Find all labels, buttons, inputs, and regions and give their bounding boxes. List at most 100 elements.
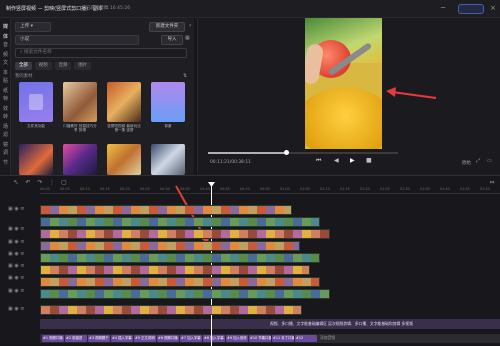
marker-label[interactable]: #12 <box>295 335 317 342</box>
subtitle-track[interactable]: 视频、多口播、文字能基础编辑区 层次视频剪辑、多口播、文字能基础和剪辑 多视频 <box>40 319 500 329</box>
undo-icon[interactable]: ↶ <box>24 179 32 187</box>
marker-label[interactable]: #6 视频口播 <box>157 335 179 342</box>
sort-icon[interactable]: ⇅ <box>183 73 187 79</box>
ratio-label[interactable]: 原始 <box>462 160 471 166</box>
sidebar-item-effects[interactable]: 特效 <box>1 94 10 112</box>
track-control[interactable]: ▣ ◉ ≡ <box>8 288 24 294</box>
search-input[interactable]: ⌕ 搜索文件名称 <box>15 48 187 58</box>
progress-handle[interactable] <box>284 150 289 155</box>
clip-frame <box>41 254 50 262</box>
clip-frame <box>266 242 275 250</box>
prev-frame-icon[interactable]: ⏮ <box>316 157 321 165</box>
new-folder-button[interactable]: 新建文件夹 <box>149 22 185 32</box>
preview-player: 00:11:21/00:38:11 ⏮ ◀ ▶ ■ 原始 ⤢ ▭ <box>197 18 500 175</box>
clip-frame <box>185 230 194 238</box>
marker-label[interactable]: #2 前描述 <box>65 335 87 342</box>
clip-frame <box>176 266 185 274</box>
marker-label[interactable]: #9 加入音效 <box>226 335 248 342</box>
video-clip-track[interactable] <box>40 205 292 215</box>
clip-frame <box>212 266 221 274</box>
sidebar-item-filter[interactable]: 滤镜 <box>1 130 10 148</box>
filter-audio[interactable]: 音频 <box>54 62 72 70</box>
layout-icon[interactable]: ▭ <box>487 158 492 164</box>
media-clip-thumb[interactable] <box>63 82 97 122</box>
sidebar-item-transition[interactable]: 转场 <box>1 112 10 130</box>
clip-frame <box>77 254 86 262</box>
media-clip-thumb[interactable] <box>19 82 53 122</box>
video-clip-track[interactable] <box>40 241 300 251</box>
stop-icon[interactable]: ■ <box>366 157 372 164</box>
clip-frame <box>122 242 131 250</box>
video-clip-track[interactable] <box>40 305 302 315</box>
rewind-icon[interactable]: ◀ <box>334 157 339 164</box>
marker-label[interactable]: #4 插入字幕 <box>111 335 133 342</box>
clip-frame <box>230 290 239 298</box>
video-clip-track[interactable] <box>40 289 330 299</box>
marker-label[interactable]: #8 加入字幕 <box>203 335 225 342</box>
clip-frame <box>230 266 239 274</box>
time-ruler[interactable]: 00:00 00:05 00:10 00:15 00:20 00:25 00:30 00:35… <box>40 186 500 194</box>
marker-label[interactable]: #7 加入字幕 <box>180 335 202 342</box>
video-clip-track[interactable] <box>40 229 330 239</box>
close-icon[interactable]: × <box>488 3 498 14</box>
clip-frame <box>122 290 131 298</box>
track-control[interactable]: ▣ ◉ ≡ <box>8 226 24 232</box>
ruler-tick: 00:55 <box>260 187 270 191</box>
filter-all[interactable]: 全部 <box>15 62 32 70</box>
media-clip-thumb[interactable] <box>19 144 53 175</box>
add-audio-label[interactable]: 添加音频 <box>320 335 335 341</box>
marker-label[interactable]: #1 视频口播 <box>42 335 64 342</box>
preview-video[interactable] <box>305 18 382 149</box>
account-button[interactable] <box>458 4 484 14</box>
more-icon[interactable]: › <box>189 22 195 32</box>
clip-frame <box>104 230 113 238</box>
marker-label[interactable]: #3 视频题干 <box>88 335 110 342</box>
track-control[interactable]: ▣ ◉ ≡ <box>8 275 24 281</box>
clip-frame <box>212 254 221 262</box>
video-clip-track[interactable] <box>40 265 310 275</box>
marker-label[interactable]: #10 节奏口播 <box>249 335 271 342</box>
minimize-icon[interactable]: ─ <box>438 3 448 14</box>
clip-frame <box>329 230 330 239</box>
sidebar-item-sticker[interactable]: 贴纸 <box>1 76 10 94</box>
sidebar-item-audio[interactable]: 音频 <box>1 40 10 58</box>
track-control[interactable]: ▣ ◉ ≡ <box>8 263 24 269</box>
marker-label[interactable]: #5 正文说明 <box>134 335 156 342</box>
filter-video[interactable]: 视频 <box>34 62 52 70</box>
select-tool-icon[interactable]: ↖ <box>12 179 20 187</box>
video-clip-track[interactable] <box>40 277 320 287</box>
marker-label[interactable]: #11 补丁口播 <box>272 335 294 342</box>
media-clip-thumb[interactable] <box>107 82 141 122</box>
track-control[interactable]: ▣ ◉ ≡ <box>8 306 24 312</box>
filter-image[interactable]: 图片 <box>74 62 92 70</box>
clip-frame <box>131 254 140 262</box>
sidebar-item-media[interactable]: 媒体 <box>1 22 10 40</box>
clip-frame <box>293 278 302 286</box>
clip-frame <box>167 306 176 314</box>
folder-dropdown[interactable]: 小说 <box>15 35 139 45</box>
grid-view-icon[interactable]: ▦ <box>185 35 193 45</box>
video-clip-track[interactable] <box>40 217 320 227</box>
media-clip-thumb[interactable] <box>63 144 97 175</box>
clip-frame <box>293 266 302 274</box>
clip-frame <box>86 278 95 286</box>
clip-frame <box>50 266 59 274</box>
ruler-tick: 01:40 <box>440 187 450 191</box>
track-control[interactable]: ▣ ◉ ≡ <box>8 206 24 212</box>
import-button[interactable]: 导入 <box>161 35 183 45</box>
video-clip-track[interactable] <box>40 253 320 263</box>
sidebar-item-adjust[interactable]: 调节 <box>1 148 10 166</box>
track-control[interactable]: ▣ ◉ ≡ <box>8 239 24 245</box>
fullscreen-icon[interactable]: ⤢ <box>476 158 480 164</box>
clip-frame <box>41 266 50 274</box>
play-icon[interactable]: ▶ <box>350 157 355 164</box>
sidebar-item-text[interactable]: 文本 <box>1 58 10 76</box>
playback-progress[interactable] <box>208 150 398 155</box>
clip-frame <box>59 266 68 274</box>
media-clip-thumb[interactable] <box>151 144 185 175</box>
clip-frame <box>122 230 131 238</box>
media-clip-thumb[interactable] <box>107 144 141 175</box>
upload-dropdown[interactable]: 上传 ▾ <box>15 22 51 32</box>
track-control[interactable]: ▣ ◉ ≡ <box>8 251 24 257</box>
media-clip-thumb[interactable] <box>151 82 185 122</box>
